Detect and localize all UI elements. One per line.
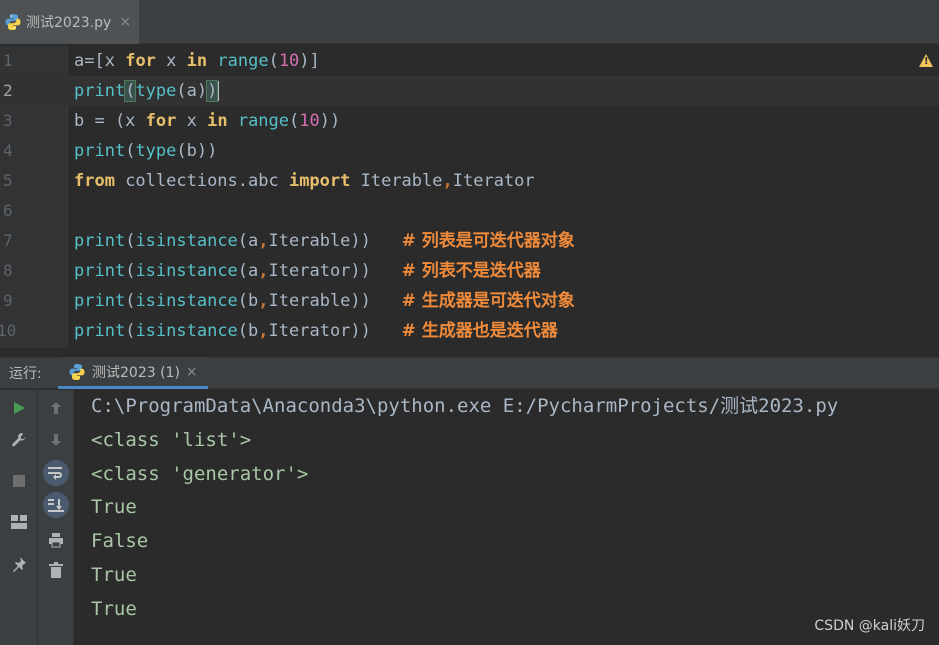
close-icon[interactable]: × bbox=[186, 364, 198, 380]
code-comment: # 列表是可迭代器对象 bbox=[401, 231, 575, 251]
pin-icon[interactable] bbox=[6, 551, 32, 577]
arrow-up-icon[interactable] bbox=[43, 395, 69, 421]
console-line: True bbox=[91, 563, 137, 586]
code-line-6[interactable]: 6 bbox=[0, 196, 939, 226]
console-line: True bbox=[91, 496, 137, 519]
code-line-10[interactable]: 10 print(isinstance(b,Iterator)) # 生成器也是… bbox=[0, 316, 939, 346]
code-line-7[interactable]: 7 print(isinstance(a,Iterable)) # 列表是可迭代… bbox=[0, 226, 939, 256]
console-line: <class 'generator'> bbox=[91, 462, 309, 485]
code-text: print(isinstance(b,Iterable)) # 生成器是可迭代对… bbox=[74, 291, 575, 311]
close-icon[interactable]: × bbox=[119, 14, 131, 30]
run-config-tab[interactable]: 测试2023 (1) × bbox=[58, 357, 208, 389]
code-text: a=[x for x in range(10)] bbox=[74, 51, 320, 71]
line-number: 5 bbox=[3, 171, 13, 190]
code-line-3[interactable]: 3 b = (x for x in range(10)) bbox=[0, 106, 939, 136]
console-line: False bbox=[91, 530, 149, 553]
line-number: 10 bbox=[0, 321, 17, 340]
scroll-to-end-icon[interactable] bbox=[43, 492, 69, 518]
run-icon[interactable] bbox=[6, 395, 32, 421]
line-number: 2 bbox=[3, 81, 13, 100]
python-file-icon bbox=[69, 363, 85, 380]
line-number: 8 bbox=[3, 261, 13, 280]
code-comment: # 列表不是迭代器 bbox=[401, 261, 541, 281]
console-line: <class 'list'> bbox=[91, 428, 252, 451]
editor-tab-bar: 测试2023.py × bbox=[0, 0, 939, 44]
run-label: 运行: bbox=[9, 366, 42, 382]
run-tool-window-header: 运行: 测试2023 (1) × bbox=[0, 357, 939, 389]
run-tab-label: 测试2023 (1) bbox=[92, 364, 180, 381]
run-toolbar-right bbox=[38, 390, 74, 645]
code-comment: # 生成器也是迭代器 bbox=[401, 321, 558, 341]
stop-icon[interactable] bbox=[6, 468, 32, 494]
code-line-5[interactable]: 5 from collections.abc import Iterable,I… bbox=[0, 166, 939, 196]
console-line: C:\ProgramData\Anaconda3\python.exe E:/P… bbox=[91, 395, 839, 417]
run-panel: C:\ProgramData\Anaconda3\python.exe E:/P… bbox=[0, 390, 939, 645]
run-toolbar-left bbox=[0, 390, 38, 645]
code-text: print(isinstance(a,Iterator)) # 列表不是迭代器 bbox=[74, 261, 541, 281]
wrench-icon[interactable] bbox=[6, 427, 32, 453]
code-line-2[interactable]: 2 print(type(a)) bbox=[0, 76, 939, 106]
console-output[interactable]: C:\ProgramData\Anaconda3\python.exe E:/P… bbox=[91, 390, 838, 627]
code-line-1[interactable]: 1 a=[x for x in range(10)] bbox=[0, 46, 939, 76]
code-text: print(isinstance(a,Iterable)) # 列表是可迭代器对… bbox=[74, 231, 575, 251]
code-line-8[interactable]: 8 print(isinstance(a,Iterator)) # 列表不是迭代… bbox=[0, 256, 939, 286]
code-text: print(type(b)) bbox=[74, 141, 218, 161]
code-editor[interactable]: 1 a=[x for x in range(10)] 2 print(type(… bbox=[0, 46, 939, 348]
code-text: b = (x for x in range(10)) bbox=[74, 111, 341, 131]
line-number: 9 bbox=[3, 291, 13, 310]
print-icon[interactable] bbox=[43, 527, 69, 553]
line-number: 1 bbox=[3, 51, 13, 70]
watermark: CSDN @kali妖刀 bbox=[814, 618, 925, 634]
line-number: 3 bbox=[3, 111, 13, 130]
line-number: 4 bbox=[3, 141, 13, 160]
warning-triangle-icon[interactable] bbox=[919, 54, 933, 67]
line-number: 6 bbox=[3, 201, 13, 220]
trash-icon[interactable] bbox=[43, 557, 69, 583]
text-caret bbox=[217, 81, 220, 101]
console-line: True bbox=[91, 597, 137, 620]
code-line-9[interactable]: 9 print(isinstance(b,Iterable)) # 生成器是可迭… bbox=[0, 286, 939, 316]
layout-icon[interactable] bbox=[6, 509, 32, 535]
editor-tab[interactable]: 测试2023.py × bbox=[0, 0, 139, 44]
code-text: print(type(a)) bbox=[74, 80, 220, 102]
editor-tab-label: 测试2023.py bbox=[26, 15, 112, 31]
soft-wrap-icon[interactable] bbox=[43, 460, 69, 486]
code-text: from collections.abc import Iterable,Ite… bbox=[74, 171, 535, 191]
arrow-down-icon[interactable] bbox=[43, 427, 69, 453]
code-text: print(isinstance(b,Iterator)) # 生成器也是迭代器 bbox=[74, 321, 558, 341]
python-file-icon bbox=[5, 14, 21, 30]
line-number: 7 bbox=[3, 231, 13, 250]
code-line-4[interactable]: 4 print(type(b)) bbox=[0, 136, 939, 166]
code-comment: # 生成器是可迭代对象 bbox=[401, 291, 575, 311]
